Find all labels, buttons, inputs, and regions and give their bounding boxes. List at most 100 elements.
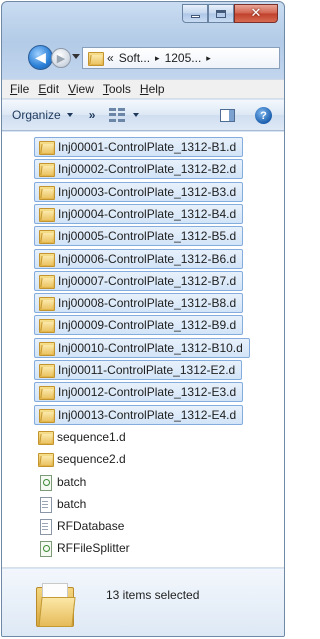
explorer-window: ✕ ◀ ▶ « Soft... ▸ 1205... ▸ File Edit Vi… <box>1 1 285 637</box>
preview-pane-icon[interactable] <box>220 109 235 122</box>
file-name: sequence2.d <box>57 452 126 467</box>
folder-icon <box>38 273 55 289</box>
folder-icon <box>38 161 55 178</box>
file-name: Inj00013-ControlPlate_1312-E4.d <box>58 407 237 422</box>
address-chevron[interactable]: « <box>107 51 114 65</box>
breadcrumb-separator[interactable]: ▸ <box>155 53 160 64</box>
file-item[interactable]: Inj00012-ControlPlate_1312-E3.d <box>34 382 244 403</box>
file-item[interactable]: RFFileSplitter <box>34 538 136 558</box>
file-name: Inj00009-ControlPlate_1312-B9.d <box>58 318 237 333</box>
minimize-icon <box>190 15 200 18</box>
file-item[interactable]: sequence1.d <box>34 427 132 447</box>
menu-help-accelerator: H <box>139 82 149 96</box>
file-item[interactable]: sequence2.d <box>34 449 132 469</box>
folder-icon <box>38 184 55 200</box>
navigation-row: ◀ ▶ « Soft... ▸ 1205... ▸ <box>2 42 284 72</box>
file-item[interactable]: batch <box>34 472 92 492</box>
file-name: Inj00003-ControlPlate_1312-B3.d <box>58 184 237 199</box>
file-item[interactable]: Inj00013-ControlPlate_1312-E4.d <box>34 404 244 425</box>
maximize-button[interactable] <box>208 4 234 23</box>
selection-count: 13 items selected <box>106 588 200 602</box>
folder-icon <box>38 251 55 267</box>
folder-icon <box>38 362 55 378</box>
forward-arrow-icon: ▶ <box>56 52 66 65</box>
file-item[interactable]: Inj00001-ControlPlate_1312-B1.d <box>34 137 244 157</box>
menu-view-accelerator: V <box>68 82 76 96</box>
close-icon: ✕ <box>250 6 262 21</box>
organize-label: Organize <box>12 108 61 122</box>
folder-icon <box>37 429 54 445</box>
menu-file-label: ile <box>17 82 30 96</box>
file-item[interactable]: Inj00002-ControlPlate_1312-B2.d <box>34 159 244 180</box>
folder-icon <box>87 50 104 66</box>
organize-button[interactable]: Organize <box>12 108 73 122</box>
file-name: Inj00002-ControlPlate_1312-B2.d <box>58 162 237 177</box>
menu-bar: File Edit View Tools Help <box>2 79 284 99</box>
file-item[interactable]: Inj00003-ControlPlate_1312-B3.d <box>34 181 244 202</box>
menu-tools-label: ools <box>108 82 131 96</box>
caption-buttons: ✕ <box>182 4 278 23</box>
file-item[interactable]: Inj00009-ControlPlate_1312-B9.d <box>34 315 244 336</box>
file-name: Inj00005-ControlPlate_1312-B5.d <box>58 229 237 244</box>
folder-icon <box>38 340 55 356</box>
file-list[interactable]: Inj00001-ControlPlate_1312-B1.d Inj00002-… <box>2 132 284 568</box>
file-item[interactable]: Inj00004-ControlPlate_1312-B4.d <box>34 203 244 224</box>
folder-icon <box>38 228 55 245</box>
file-name: Inj00006-ControlPlate_1312-B6.d <box>58 251 237 266</box>
file-name: sequence1.d <box>57 429 126 444</box>
folder-icon <box>38 407 55 423</box>
doc-icon <box>37 496 53 513</box>
menu-edit[interactable]: Edit <box>38 82 59 96</box>
file-name: Inj00004-ControlPlate_1312-B4.d <box>58 206 237 221</box>
file-item[interactable]: Inj00007-ControlPlate_1312-B7.d <box>34 270 244 291</box>
folder-icon <box>38 139 55 155</box>
file-item[interactable]: batch <box>34 494 92 514</box>
file-item[interactable]: Inj00008-ControlPlate_1312-B8.d <box>34 293 244 314</box>
folder-icon <box>38 206 55 222</box>
file-name: RFDatabase <box>57 519 125 534</box>
breadcrumb-separator[interactable]: ▸ <box>206 53 211 64</box>
file-name: Inj00007-ControlPlate_1312-B7.d <box>58 273 237 288</box>
more-commands-button[interactable]: » <box>89 108 96 122</box>
file-item[interactable]: Inj00006-ControlPlate_1312-B6.d <box>34 248 244 269</box>
back-arrow-icon: ◀ <box>35 49 46 65</box>
chevron-down-icon <box>66 113 73 117</box>
file-item[interactable]: Inj00010-ControlPlate_1312-B10.d <box>34 337 250 358</box>
exe-icon <box>37 540 53 558</box>
menu-file[interactable]: File <box>10 82 29 96</box>
menu-view-label: iew <box>75 82 94 96</box>
file-name: Inj00001-ControlPlate_1312-B1.d <box>58 140 237 154</box>
file-name: Inj00010-ControlPlate_1312-B10.d <box>58 340 243 355</box>
file-name: Inj00012-ControlPlate_1312-E3.d <box>58 385 237 400</box>
file-item[interactable]: RFDatabase <box>34 516 130 536</box>
selection-folder-icon <box>36 581 76 629</box>
file-item[interactable]: Inj00005-ControlPlate_1312-B5.d <box>34 226 244 247</box>
views-icon[interactable] <box>109 108 126 122</box>
minimize-button[interactable] <box>182 4 208 23</box>
help-icon[interactable]: ? <box>255 107 272 124</box>
views-dropdown-icon[interactable] <box>133 113 140 117</box>
back-button[interactable]: ◀ <box>28 45 53 70</box>
exe-icon <box>37 474 53 491</box>
address-bar[interactable]: « Soft... ▸ 1205... ▸ <box>82 47 280 69</box>
breadcrumb-segment[interactable]: 1205... <box>165 51 202 65</box>
folder-icon <box>38 295 55 312</box>
recent-pages-dropdown[interactable] <box>72 54 80 59</box>
file-name: batch <box>57 496 87 511</box>
file-item[interactable]: Inj00011-ControlPlate_1312-E2.d <box>34 360 243 380</box>
menu-edit-label: dit <box>46 82 60 96</box>
file-name: RFFileSplitter <box>57 541 130 556</box>
close-button[interactable]: ✕ <box>234 4 278 23</box>
forward-button[interactable]: ▶ <box>51 48 71 68</box>
doc-icon <box>37 518 53 536</box>
menu-help-label: elp <box>148 82 165 96</box>
menu-help[interactable]: Help <box>140 82 165 96</box>
menu-tools[interactable]: Tools <box>103 82 131 96</box>
menu-view[interactable]: View <box>68 82 94 96</box>
command-bar: Organize » ? <box>2 100 284 131</box>
maximize-icon <box>216 9 226 18</box>
file-name: Inj00008-ControlPlate_1312-B8.d <box>58 296 237 311</box>
folder-icon <box>38 317 55 334</box>
folder-icon <box>37 451 54 468</box>
breadcrumb-segment[interactable]: Soft... <box>119 51 150 65</box>
